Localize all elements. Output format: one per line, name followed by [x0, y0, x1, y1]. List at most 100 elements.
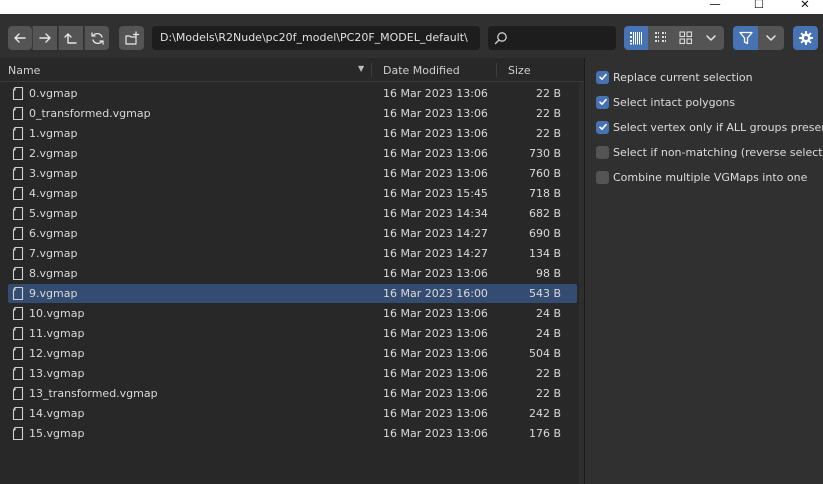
- file-row[interactable]: 12.vgmap 16 Mar 2023 13:06 504 B: [8, 344, 577, 363]
- file-size: 176 B: [528, 427, 561, 440]
- file-icon: [12, 166, 25, 184]
- file-size: 718 B: [528, 187, 561, 200]
- file-name: 11.vgmap: [29, 327, 85, 340]
- file-icon: [12, 86, 25, 104]
- file-date-modified: 16 Mar 2023 13:06: [383, 367, 488, 380]
- new-folder-button[interactable]: [119, 26, 144, 50]
- file-row[interactable]: 13_transformed.vgmap 16 Mar 2023 13:06 22 …: [8, 384, 577, 403]
- refresh-button[interactable]: [84, 26, 109, 50]
- file-row[interactable]: 5.vgmap 16 Mar 2023 14:34 682 B: [8, 204, 577, 223]
- option-checkbox-row[interactable]: Combine multiple VGMaps into one: [596, 168, 807, 186]
- file-row[interactable]: 3.vgmap 16 Mar 2023 13:06 760 B: [8, 164, 577, 183]
- file-date-modified: 16 Mar 2023 13:06: [383, 127, 488, 140]
- option-checkbox-row[interactable]: Select intact polygons: [596, 93, 735, 111]
- option-label: Replace current selection: [613, 70, 753, 84]
- settings-gear-icon: [798, 31, 813, 45]
- column-header-name[interactable]: Name: [8, 64, 40, 77]
- maximize-button[interactable]: ☐: [744, 0, 774, 14]
- file-date-modified: 16 Mar 2023 13:06: [383, 267, 488, 280]
- filter-toggle-button[interactable]: [733, 26, 758, 50]
- operator-options-panel: Replace current selection Select intact p…: [585, 58, 823, 484]
- file-row[interactable]: 11.vgmap 16 Mar 2023 13:06 24 B: [8, 324, 577, 343]
- forward-button[interactable]: [32, 26, 57, 50]
- file-size: 24 B: [535, 327, 561, 340]
- file-row[interactable]: 4.vgmap 16 Mar 2023 15:45 718 B: [8, 184, 577, 203]
- option-checkbox-row[interactable]: Select vertex only if ALL groups present: [596, 118, 823, 136]
- file-date-modified: 16 Mar 2023 13:06: [383, 427, 488, 440]
- checkbox-checked[interactable]: [596, 120, 609, 134]
- file-list-header: Name ▼ Date Modified Size: [0, 58, 584, 82]
- option-checkbox-row[interactable]: Select if non-matching (reverse select): [596, 143, 823, 161]
- vertical-list-icon: [630, 32, 642, 45]
- chevron-down-icon: [766, 35, 776, 41]
- horizontal-list-icon: [655, 32, 666, 42]
- column-header-date[interactable]: Date Modified: [383, 64, 460, 77]
- file-date-modified: 16 Mar 2023 15:45: [383, 187, 488, 200]
- file-row[interactable]: 7.vgmap 16 Mar 2023 14:27 134 B: [8, 244, 577, 263]
- checkbox-checked[interactable]: [596, 95, 609, 109]
- horizontal-list-view-button[interactable]: [648, 26, 674, 50]
- file-row[interactable]: 10.vgmap 16 Mar 2023 13:06 24 B: [8, 304, 577, 323]
- file-size: 730 B: [528, 147, 561, 160]
- column-divider[interactable]: [496, 63, 497, 77]
- file-row[interactable]: 0_transformed.vgmap 16 Mar 2023 13:06 22 B: [8, 104, 577, 123]
- file-name: 10.vgmap: [29, 307, 85, 320]
- parent-directory-button[interactable]: [58, 26, 83, 50]
- file-size: 543 B: [528, 287, 561, 300]
- file-date-modified: 16 Mar 2023 13:06: [383, 347, 488, 360]
- file-row[interactable]: 0.vgmap 16 Mar 2023 13:06 22 B: [8, 84, 577, 103]
- column-divider[interactable]: [371, 63, 372, 77]
- thumbnails-view-button[interactable]: [674, 26, 698, 50]
- file-size: 22 B: [535, 107, 561, 120]
- file-name: 9.vgmap: [29, 287, 78, 300]
- refresh-icon: [90, 31, 104, 45]
- file-date-modified: 16 Mar 2023 13:06: [383, 87, 488, 100]
- file-row[interactable]: 8.vgmap 16 Mar 2023 13:06 98 B: [8, 264, 577, 283]
- filter-settings-dropdown[interactable]: [758, 26, 784, 50]
- file-browser-toolbar: D:\Models\R2Nude\pc20f_model\PC20F_MODEL…: [0, 14, 823, 58]
- search-icon: [494, 32, 507, 45]
- file-row[interactable]: 14.vgmap 16 Mar 2023 13:06 242 B: [8, 404, 577, 423]
- file-name: 12.vgmap: [29, 347, 85, 360]
- checkbox-unchecked[interactable]: [596, 145, 609, 159]
- file-name: 8.vgmap: [29, 267, 78, 280]
- file-name: 14.vgmap: [29, 407, 85, 420]
- file-icon: [12, 146, 25, 164]
- back-button[interactable]: [8, 26, 32, 50]
- file-list-panel: Name ▼ Date Modified Size 0.vgmap 16 Mar …: [0, 58, 584, 484]
- file-row[interactable]: 6.vgmap 16 Mar 2023 14:27 690 B: [8, 224, 577, 243]
- option-label: Select vertex only if ALL groups present: [613, 120, 823, 134]
- option-checkbox-row[interactable]: Replace current selection: [596, 68, 753, 86]
- file-name: 5.vgmap: [29, 207, 78, 220]
- file-size: 690 B: [528, 227, 561, 240]
- file-row[interactable]: 15.vgmap 16 Mar 2023 13:06 176 B: [8, 424, 577, 443]
- column-header-size[interactable]: Size: [508, 64, 531, 77]
- options-sidebar-toggle[interactable]: [793, 26, 818, 50]
- file-name: 13_transformed.vgmap: [29, 387, 158, 400]
- file-icon: [12, 406, 25, 424]
- file-size: 22 B: [535, 387, 561, 400]
- new-folder-icon: [124, 30, 139, 45]
- file-icon: [12, 306, 25, 324]
- chevron-down-icon: [706, 35, 716, 41]
- file-icon: [12, 366, 25, 384]
- file-date-modified: 16 Mar 2023 13:06: [383, 327, 488, 340]
- search-filter-field[interactable]: [488, 26, 616, 50]
- directory-path-field[interactable]: D:\Models\R2Nude\pc20f_model\PC20F_MODEL…: [152, 26, 480, 50]
- vertical-list-view-button[interactable]: [624, 26, 648, 50]
- close-button[interactable]: ✕: [790, 0, 820, 14]
- file-row[interactable]: 13.vgmap 16 Mar 2023 13:06 22 B: [8, 364, 577, 383]
- file-row[interactable]: 1.vgmap 16 Mar 2023 13:06 22 B: [8, 124, 577, 143]
- file-icon: [12, 106, 25, 124]
- file-row[interactable]: 2.vgmap 16 Mar 2023 13:06 730 B: [8, 144, 577, 163]
- minimize-button[interactable]: —: [700, 0, 730, 14]
- checkbox-checked[interactable]: [596, 70, 609, 84]
- file-row[interactable]: 9.vgmap 16 Mar 2023 16:00 543 B: [8, 284, 577, 303]
- file-size: 760 B: [528, 167, 561, 180]
- file-name: 7.vgmap: [29, 247, 78, 260]
- checkbox-unchecked[interactable]: [596, 170, 609, 184]
- file-date-modified: 16 Mar 2023 13:06: [383, 167, 488, 180]
- display-settings-dropdown[interactable]: [698, 26, 724, 50]
- file-size: 22 B: [535, 87, 561, 100]
- file-name: 1.vgmap: [29, 127, 78, 140]
